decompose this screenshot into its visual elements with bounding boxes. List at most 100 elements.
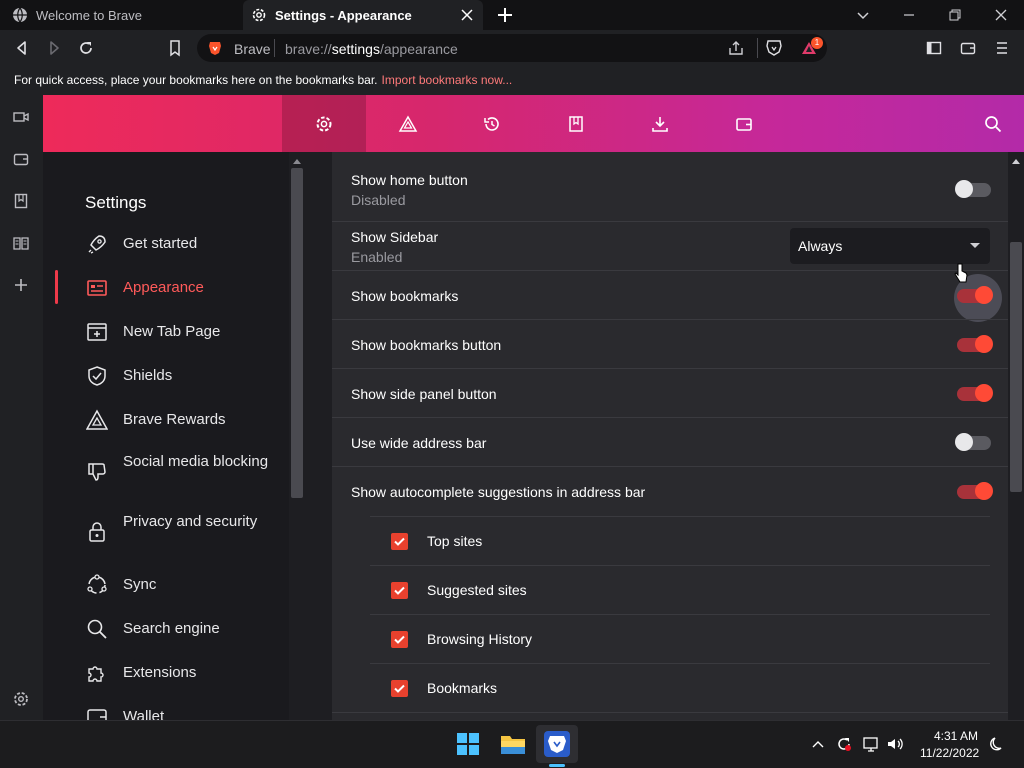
talk-video-icon[interactable] [12, 108, 30, 126]
wallet-icon[interactable] [734, 114, 754, 134]
setting-row-show-bookmarks: Show bookmarks [332, 271, 1008, 320]
home-button-toggle[interactable] [955, 180, 991, 198]
tab-welcome[interactable]: Welcome to Brave [0, 0, 242, 30]
rewards-triangle-icon[interactable] [398, 114, 418, 134]
nav-item-privacy-and-security[interactable]: Privacy and security [43, 511, 289, 553]
toggle-knob [975, 335, 993, 353]
sidebar-wallet-icon[interactable] [12, 150, 30, 168]
back-icon[interactable] [13, 39, 31, 57]
import-bookmarks-link[interactable]: Import bookmarks now... [382, 73, 513, 87]
bookmarks-checkbox[interactable] [391, 680, 408, 697]
minimize-button[interactable] [899, 5, 919, 25]
nav-item-extensions[interactable]: Extensions [43, 662, 289, 684]
browser-sidebar [0, 95, 43, 720]
content-scrollbar-thumb[interactable] [1010, 242, 1022, 492]
forward-icon[interactable] [45, 39, 63, 57]
nav-item-appearance[interactable]: Appearance [43, 277, 289, 299]
nav-item-search-engine[interactable]: Search engine [43, 618, 289, 640]
autocomplete-option-suggested-sites: Suggested sites [370, 565, 990, 614]
clock-date[interactable]: 11/22/2022 [920, 746, 979, 760]
tab-settings-appearance[interactable]: Settings - Appearance [243, 0, 483, 30]
setting-row-wide-address-bar: Use wide address bar [332, 418, 1008, 467]
network-icon[interactable] [862, 735, 880, 753]
url-text[interactable]: brave://settings/appearance [285, 41, 458, 57]
new-tab-button[interactable] [496, 6, 514, 24]
toggle-knob [955, 180, 973, 198]
downloads-icon[interactable] [650, 114, 670, 134]
appearance-content: Show home button Disabled Show Sidebar E… [305, 152, 1008, 720]
bookmarks-bar-message: For quick access, place your bookmarks h… [14, 73, 378, 87]
select-value: Always [798, 238, 843, 254]
close-tab-icon[interactable] [459, 7, 475, 23]
menu-icon[interactable] [993, 39, 1011, 57]
wallet-icon[interactable] [959, 39, 977, 57]
search-icon [87, 619, 107, 639]
tab-title: Welcome to Brave [36, 7, 142, 23]
sidebar-bookmarks-icon[interactable] [12, 192, 30, 210]
url-prefix: brave:// [285, 41, 332, 57]
checkmark-icon [394, 537, 405, 546]
bookmarks-button-toggle[interactable] [957, 335, 993, 353]
notifications-moon-icon[interactable] [988, 735, 1006, 753]
reload-icon[interactable] [77, 39, 95, 57]
sidebar-toggle-icon[interactable] [925, 39, 943, 57]
settings-gear-icon[interactable] [314, 114, 334, 134]
autocomplete-toggle[interactable] [957, 482, 993, 500]
brave-browser-icon[interactable] [543, 730, 571, 758]
restore-button[interactable] [945, 5, 965, 25]
url-path: /appearance [379, 41, 458, 57]
settings-nav-scrollbar-thumb[interactable] [291, 168, 303, 498]
option-label: Bookmarks [427, 680, 498, 696]
close-window-button[interactable] [991, 5, 1011, 25]
nav-item-label: Get started [123, 235, 198, 252]
nav-item-new-tab-page[interactable]: New Tab Page [43, 321, 289, 343]
show-sidebar-select[interactable]: Always [790, 228, 990, 264]
share-icon[interactable] [727, 39, 745, 57]
show-hidden-icons-chevron-icon[interactable] [811, 737, 825, 751]
volume-icon[interactable] [886, 735, 904, 753]
content-scroll-up-icon[interactable] [1011, 157, 1021, 165]
add-sidebar-item-icon[interactable] [12, 276, 30, 294]
reading-list-icon[interactable] [12, 234, 30, 252]
clock-time[interactable]: 4:31 AM [934, 729, 978, 743]
setting-row-home-button: Show home button Disabled [332, 152, 1008, 222]
rewards-badge: 1 [811, 37, 823, 49]
toolbar-divider [757, 38, 758, 58]
setting-label: Show home button [351, 172, 468, 188]
tab-search-chevron-icon[interactable] [853, 5, 873, 25]
settings-nav: Settings Get started Appearance New Tab … [43, 152, 289, 720]
nav-item-brave-rewards[interactable]: Brave Rewards [43, 409, 289, 431]
nav-item-label: Appearance [123, 279, 204, 296]
toggle-knob [975, 384, 993, 402]
nav-item-get-started[interactable]: Get started [43, 233, 289, 255]
autocomplete-option-browsing-history: Browsing History [370, 614, 990, 663]
browsing-history-checkbox[interactable] [391, 631, 408, 648]
nav-item-social-media-blocking[interactable]: Social media blocking [43, 451, 289, 493]
suggested-sites-checkbox[interactable] [391, 582, 408, 599]
setting-label: Show autocomplete suggestions in address… [351, 484, 646, 500]
puzzle-icon [88, 666, 104, 682]
bookmark-icon[interactable] [166, 39, 184, 57]
nav-item-label: Shields [123, 367, 173, 384]
bookmarks-icon[interactable] [566, 114, 586, 134]
nav-item-shields[interactable]: Shields [43, 365, 289, 387]
brave-shields-icon[interactable] [765, 39, 783, 57]
nav-item-label: Brave Rewards [123, 411, 226, 428]
history-icon[interactable] [482, 114, 502, 134]
top-sites-checkbox[interactable] [391, 533, 408, 550]
side-panel-button-toggle[interactable] [957, 384, 993, 402]
show-bookmarks-toggle[interactable] [957, 286, 993, 304]
wide-address-bar-toggle[interactable] [955, 433, 991, 451]
wallet-icon [87, 709, 107, 720]
nav-item-wallet[interactable]: Wallet [43, 706, 289, 720]
search-settings-icon[interactable] [983, 114, 1003, 134]
checkmark-icon [394, 635, 405, 644]
sidebar-settings-icon[interactable] [12, 690, 30, 708]
thumbs-down-icon [88, 463, 106, 481]
setting-row-side-panel-button: Show side panel button [332, 369, 1008, 418]
scroll-up-arrow-icon[interactable] [292, 157, 302, 165]
sync-status-icon[interactable] [835, 735, 853, 753]
windows-start-icon[interactable] [454, 730, 482, 758]
nav-item-sync[interactable]: Sync [43, 574, 289, 596]
file-explorer-icon[interactable] [499, 730, 527, 758]
